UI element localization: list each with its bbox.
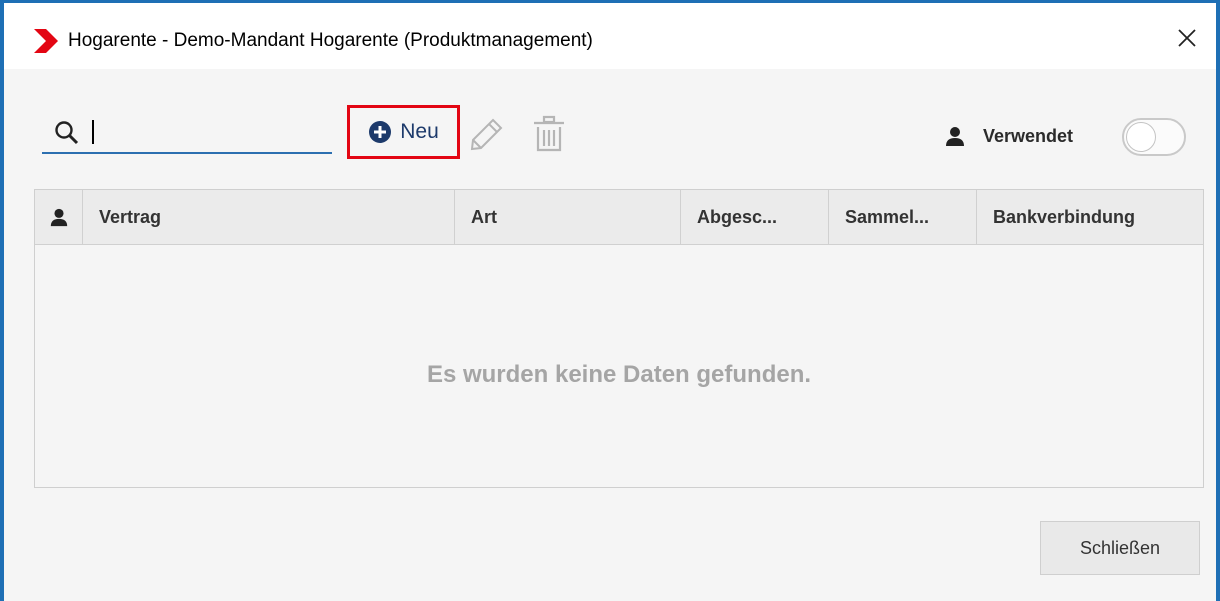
dialog-content: Neu Verwendet Vertrag Art Abgesc... Samm…: [4, 69, 1216, 601]
column-header-sammel[interactable]: Sammel...: [829, 190, 977, 244]
dialog-window: Hogarente - Demo-Mandant Hogarente (Prod…: [0, 0, 1220, 601]
text-caret: [92, 120, 94, 144]
column-header-vertrag[interactable]: Vertrag: [83, 190, 455, 244]
table-header: Vertrag Art Abgesc... Sammel... Bankverb…: [35, 190, 1203, 245]
trash-icon[interactable]: [531, 115, 567, 153]
app-logo-icon: [34, 29, 58, 53]
column-header-abgeschlossen[interactable]: Abgesc...: [681, 190, 829, 244]
pencil-icon[interactable]: [469, 116, 505, 152]
search-field[interactable]: [42, 114, 332, 154]
column-header-art[interactable]: Art: [455, 190, 681, 244]
contracts-table: Vertrag Art Abgesc... Sammel... Bankverb…: [34, 189, 1204, 488]
column-header-bankverbindung[interactable]: Bankverbindung: [977, 190, 1203, 244]
search-icon: [55, 121, 79, 145]
used-toggle[interactable]: [1122, 118, 1186, 156]
new-button-label: Neu: [400, 120, 439, 143]
close-button[interactable]: Schließen: [1040, 521, 1200, 575]
new-button[interactable]: Neu: [347, 105, 460, 159]
close-icon[interactable]: [1172, 23, 1202, 53]
window-title: Hogarente - Demo-Mandant Hogarente (Prod…: [68, 30, 593, 51]
used-filter-label: Verwendet: [983, 126, 1074, 146]
column-header-person[interactable]: [35, 190, 83, 244]
plus-circle-icon: [369, 121, 392, 143]
toggle-knob: [1126, 122, 1156, 152]
person-icon: [50, 208, 67, 227]
person-icon: [946, 127, 964, 146]
search-input[interactable]: [88, 118, 322, 150]
title-bar: Hogarente - Demo-Mandant Hogarente (Prod…: [4, 3, 1216, 69]
empty-message: Es wurden keine Daten gefunden.: [426, 361, 812, 388]
